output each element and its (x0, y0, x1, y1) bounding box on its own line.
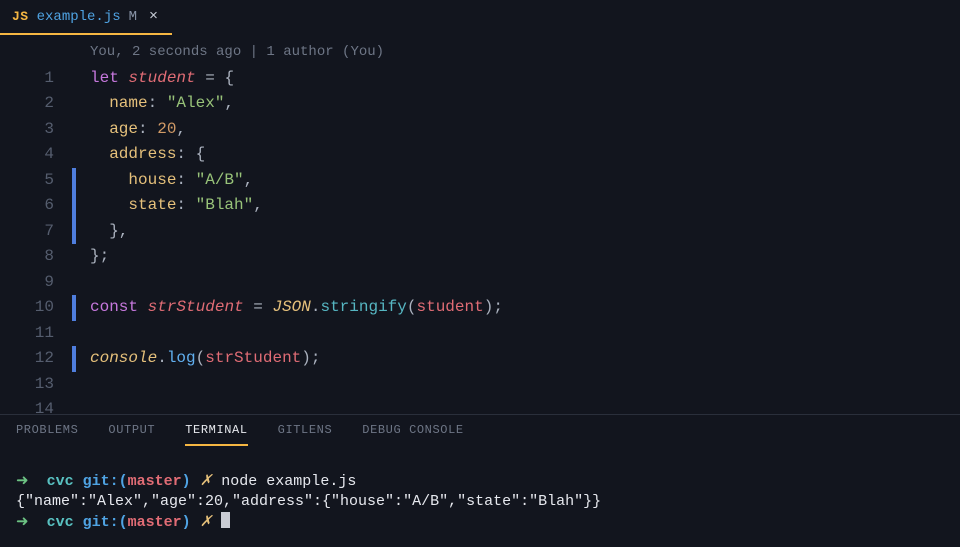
code-line: }, (76, 219, 960, 245)
code-line (76, 372, 960, 398)
prompt-arrow-icon: ➜ (16, 473, 29, 490)
prompt-git-label: git: (83, 473, 119, 490)
line-number: 5 (0, 168, 64, 194)
terminal-command: node example.js (221, 473, 356, 490)
editor-tab-example-js[interactable]: JS example.js M × (0, 0, 172, 35)
code-line: name: "Alex", (76, 91, 960, 117)
line-number: 9 (0, 270, 64, 296)
tab-debug-console[interactable]: DEBUG CONSOLE (362, 423, 463, 446)
code-line (76, 397, 960, 423)
code-line: const strStudent = JSON.stringify(studen… (76, 295, 960, 321)
line-number: 7 (0, 219, 64, 245)
prompt-dir: cvc (47, 473, 74, 490)
tab-problems[interactable]: PROBLEMS (16, 423, 78, 446)
code-line: house: "A/B", (76, 168, 960, 194)
prompt-arrow-icon: ➜ (16, 514, 29, 531)
git-blame-text: You, 2 seconds ago | 1 author (You) (76, 40, 960, 66)
close-icon[interactable]: × (149, 8, 158, 25)
tab-gitlens[interactable]: GITLENS (278, 423, 333, 446)
code-line: console.log(strStudent); (76, 346, 960, 372)
line-number: 4 (0, 142, 64, 168)
line-number: 3 (0, 117, 64, 143)
terminal-cursor (221, 512, 230, 528)
line-number: 2 (0, 91, 64, 117)
git-branch: master (128, 514, 182, 531)
code-editor[interactable]: You, 2 seconds ago | 1 author (You) 1 le… (0, 36, 960, 414)
terminal-output: {"name":"Alex","age":20,"address":{"hous… (16, 493, 601, 510)
git-branch: master (128, 473, 182, 490)
git-blame-annotation: You, 2 seconds ago | 1 author (You) (0, 40, 960, 66)
dirty-icon: ✗ (200, 473, 213, 490)
tab-filename: example.js (37, 9, 121, 25)
line-number: 10 (0, 295, 64, 321)
javascript-icon: JS (12, 9, 29, 24)
line-number: 11 (0, 321, 64, 347)
bottom-panel: PROBLEMS OUTPUT TERMINAL GITLENS DEBUG C… (0, 414, 960, 547)
line-number: 12 (0, 346, 64, 372)
prompt-dir: cvc (47, 514, 74, 531)
code-line (76, 321, 960, 347)
editor-tabbar: JS example.js M × (0, 0, 960, 36)
code-line: let student = { (76, 66, 960, 92)
prompt-git-label: git: (83, 514, 119, 531)
code-line: address: { (76, 142, 960, 168)
code-line: age: 20, (76, 117, 960, 143)
line-number: 8 (0, 244, 64, 270)
tab-terminal[interactable]: TERMINAL (185, 423, 247, 446)
line-number: 14 (0, 397, 64, 423)
terminal[interactable]: ➜ cvc git:(master) ✗ node example.js {"n… (0, 446, 960, 547)
tab-output[interactable]: OUTPUT (108, 423, 155, 446)
code-line: }; (76, 244, 960, 270)
line-number: 1 (0, 66, 64, 92)
tab-modified-indicator: M (129, 9, 137, 25)
code-line: state: "Blah", (76, 193, 960, 219)
dirty-icon: ✗ (200, 514, 213, 531)
code-line (76, 270, 960, 296)
line-number: 6 (0, 193, 64, 219)
line-number: 13 (0, 372, 64, 398)
